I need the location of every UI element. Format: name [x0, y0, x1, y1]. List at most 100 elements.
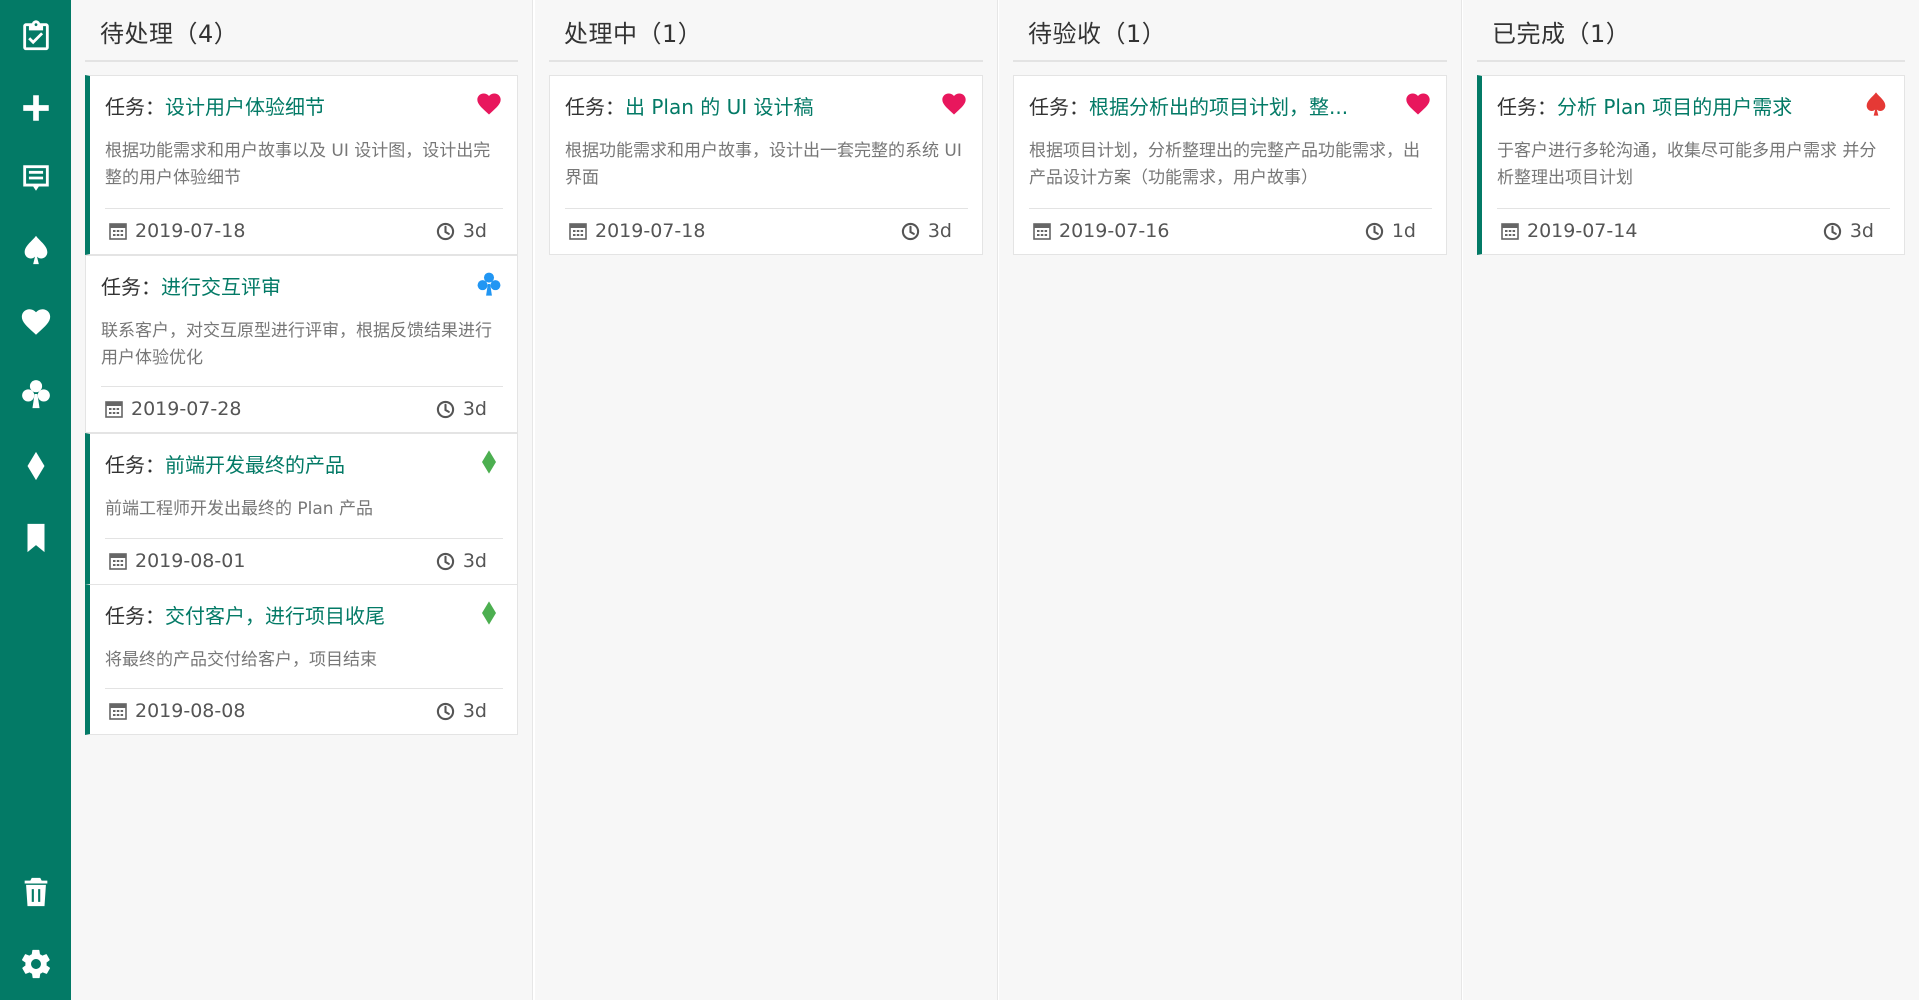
- task-duration: 1d: [1365, 220, 1416, 242]
- task-title[interactable]: 任务：前端开发最终的产品: [105, 449, 467, 478]
- task-date-value: 2019-07-16: [1059, 220, 1170, 242]
- diamond-icon: [27, 451, 44, 481]
- task-title-text: 根据分析出的项目计划，整...: [1089, 95, 1349, 119]
- task-date: 2019-07-28: [105, 398, 241, 420]
- task-title-text: 设计用户体验细节: [165, 95, 325, 119]
- clock-icon: [901, 222, 919, 240]
- task-card[interactable]: 任务：根据分析出的项目计划，整... 根据项目计划，分析整理出的完整产品功能需求…: [1013, 75, 1447, 255]
- column-header: 待验收（1）: [1013, 0, 1447, 62]
- heart-icon[interactable]: [940, 90, 968, 118]
- task-footer: 2019-07-18 3d: [565, 208, 968, 254]
- task-title[interactable]: 任务：设计用户体验细节: [105, 91, 467, 120]
- task-duration: 3d: [436, 398, 487, 420]
- task-card[interactable]: 任务：分析 Plan 项目的用户需求 于客户进行多轮沟通，收集尽可能多用户需求 …: [1477, 75, 1905, 255]
- task-duration-value: 3d: [1849, 220, 1874, 242]
- task-duration-value: 3d: [462, 550, 487, 572]
- column-title: 待处理（4）: [100, 20, 239, 48]
- task-prefix: 任务：: [105, 95, 165, 119]
- column-header: 已完成（1）: [1477, 0, 1905, 62]
- task-duration: 3d: [436, 700, 487, 722]
- gear-icon: [21, 949, 50, 979]
- task-date: 2019-07-18: [569, 220, 705, 242]
- task-duration-value: 3d: [462, 220, 487, 242]
- task-description: 于客户进行多轮沟通，收集尽可能多用户需求 并分析整理出项目计划: [1497, 141, 1877, 188]
- sidebar-item-heart[interactable]: [0, 294, 71, 350]
- task-description: 前端工程师开发出最终的 Plan 产品: [105, 499, 373, 519]
- task-card[interactable]: 任务：进行交互评审 联系客户，对交互原型进行评审，根据反馈结果进行用户体验优化 …: [85, 255, 518, 433]
- heart-icon[interactable]: [1404, 90, 1432, 118]
- task-title[interactable]: 任务：进行交互评审: [101, 271, 467, 300]
- task-date-value: 2019-07-18: [135, 220, 246, 242]
- task-prefix: 任务：: [1497, 95, 1557, 119]
- task-title-text: 出 Plan 的 UI 设计稿: [625, 95, 814, 119]
- task-card[interactable]: 任务：前端开发最终的产品 前端工程师开发出最终的 Plan 产品 2019-08…: [85, 433, 518, 585]
- task-date-value: 2019-08-01: [135, 550, 246, 572]
- kanban-board: 待处理（4） 任务：设计用户体验细节 根据功能需求和用户故事以及 UI 设计图，…: [71, 0, 1919, 1000]
- heart-icon: [21, 309, 50, 335]
- task-prefix: 任务：: [105, 453, 165, 477]
- column-in-progress: 处理中（1） 任务：出 Plan 的 UI 设计稿 根据功能需求和用户故事，设计…: [535, 0, 998, 1000]
- task-duration-value: 3d: [927, 220, 952, 242]
- kanban-app: 待处理（4） 任务：设计用户体验细节 根据功能需求和用户故事以及 UI 设计图，…: [0, 0, 1919, 1000]
- plus-icon: [22, 95, 49, 121]
- sidebar-item-notes[interactable]: [0, 150, 71, 206]
- task-card[interactable]: 任务：出 Plan 的 UI 设计稿 根据功能需求和用户故事，设计出一套完整的系…: [549, 75, 983, 255]
- sidebar: [0, 0, 71, 1000]
- diamond-icon[interactable]: [475, 599, 503, 627]
- task-date: 2019-08-01: [109, 550, 245, 572]
- task-footer: 2019-07-28 3d: [101, 386, 503, 432]
- task-date: 2019-07-18: [109, 220, 245, 242]
- sidebar-item-diamond[interactable]: [0, 438, 71, 494]
- task-description: 根据功能需求和用户故事，设计出一套完整的系统 UI 界面: [565, 141, 962, 188]
- task-card[interactable]: 任务：交付客户，进行项目收尾 将最终的产品交付给客户，项目结束 2019-08-…: [85, 584, 518, 735]
- calendar-icon: [105, 401, 123, 418]
- calendar-icon: [109, 703, 127, 720]
- task-title-text: 进行交互评审: [161, 275, 281, 299]
- task-description: 根据项目计划，分析整理出的完整产品功能需求，出产品设计方案（功能需求，用户故事）: [1029, 141, 1420, 188]
- sidebar-item-trash[interactable]: [0, 864, 71, 920]
- spade-icon[interactable]: [1862, 90, 1890, 118]
- task-description: 将最终的产品交付给客户，项目结束: [105, 650, 377, 670]
- task-duration: 3d: [1823, 220, 1874, 242]
- task-footer: 2019-08-08 3d: [105, 688, 503, 734]
- heart-icon[interactable]: [475, 90, 503, 118]
- task-card[interactable]: 任务：设计用户体验细节 根据功能需求和用户故事以及 UI 设计图，设计出完整的用…: [85, 75, 518, 255]
- task-duration-value: 3d: [462, 700, 487, 722]
- task-title[interactable]: 任务：交付客户，进行项目收尾: [105, 600, 467, 629]
- task-title[interactable]: 任务：分析 Plan 项目的用户需求: [1497, 91, 1854, 120]
- sidebar-item-add[interactable]: [0, 80, 71, 136]
- club-icon[interactable]: [475, 270, 503, 298]
- sidebar-item-settings[interactable]: [0, 936, 71, 992]
- task-title[interactable]: 任务：出 Plan 的 UI 设计稿: [565, 91, 932, 120]
- task-duration-value: 3d: [462, 398, 487, 420]
- task-footer: 2019-08-01 3d: [105, 538, 503, 584]
- task-title-text: 交付客户，进行项目收尾: [165, 604, 385, 628]
- task-prefix: 任务：: [1029, 95, 1089, 119]
- task-description: 根据功能需求和用户故事以及 UI 设计图，设计出完整的用户体验细节: [105, 141, 491, 188]
- task-duration-value: 1d: [1391, 220, 1416, 242]
- task-duration: 3d: [436, 220, 487, 242]
- sidebar-item-club[interactable]: [0, 366, 71, 422]
- clock-icon: [436, 400, 454, 418]
- column-to-verify: 待验收（1） 任务：根据分析出的项目计划，整... 根据项目计划，分析整理出的完…: [999, 0, 1462, 1000]
- trash-icon: [24, 877, 47, 907]
- sidebar-item-tasks[interactable]: [0, 8, 71, 64]
- task-prefix: 任务：: [105, 604, 165, 628]
- task-description: 联系客户，对交互原型进行评审，根据反馈结果进行用户体验优化: [101, 321, 492, 368]
- column-todo: 待处理（4） 任务：设计用户体验细节 根据功能需求和用户故事以及 UI 设计图，…: [71, 0, 533, 1000]
- task-date-value: 2019-07-28: [131, 398, 242, 420]
- calendar-icon: [569, 223, 587, 240]
- column-header: 待处理（4）: [85, 0, 518, 62]
- bookmark-icon: [27, 523, 44, 553]
- clipboard-check-icon: [22, 20, 49, 51]
- diamond-icon[interactable]: [475, 448, 503, 476]
- clock-icon: [436, 552, 454, 570]
- task-title[interactable]: 任务：根据分析出的项目计划，整...: [1029, 91, 1396, 120]
- task-date: 2019-08-08: [109, 700, 245, 722]
- calendar-icon: [1033, 223, 1051, 240]
- task-footer: 2019-07-16 1d: [1029, 208, 1432, 254]
- clock-icon: [1823, 222, 1841, 240]
- task-footer: 2019-07-14 3d: [1497, 208, 1890, 254]
- sidebar-item-spade[interactable]: [0, 222, 71, 278]
- sidebar-item-bookmark[interactable]: [0, 510, 71, 566]
